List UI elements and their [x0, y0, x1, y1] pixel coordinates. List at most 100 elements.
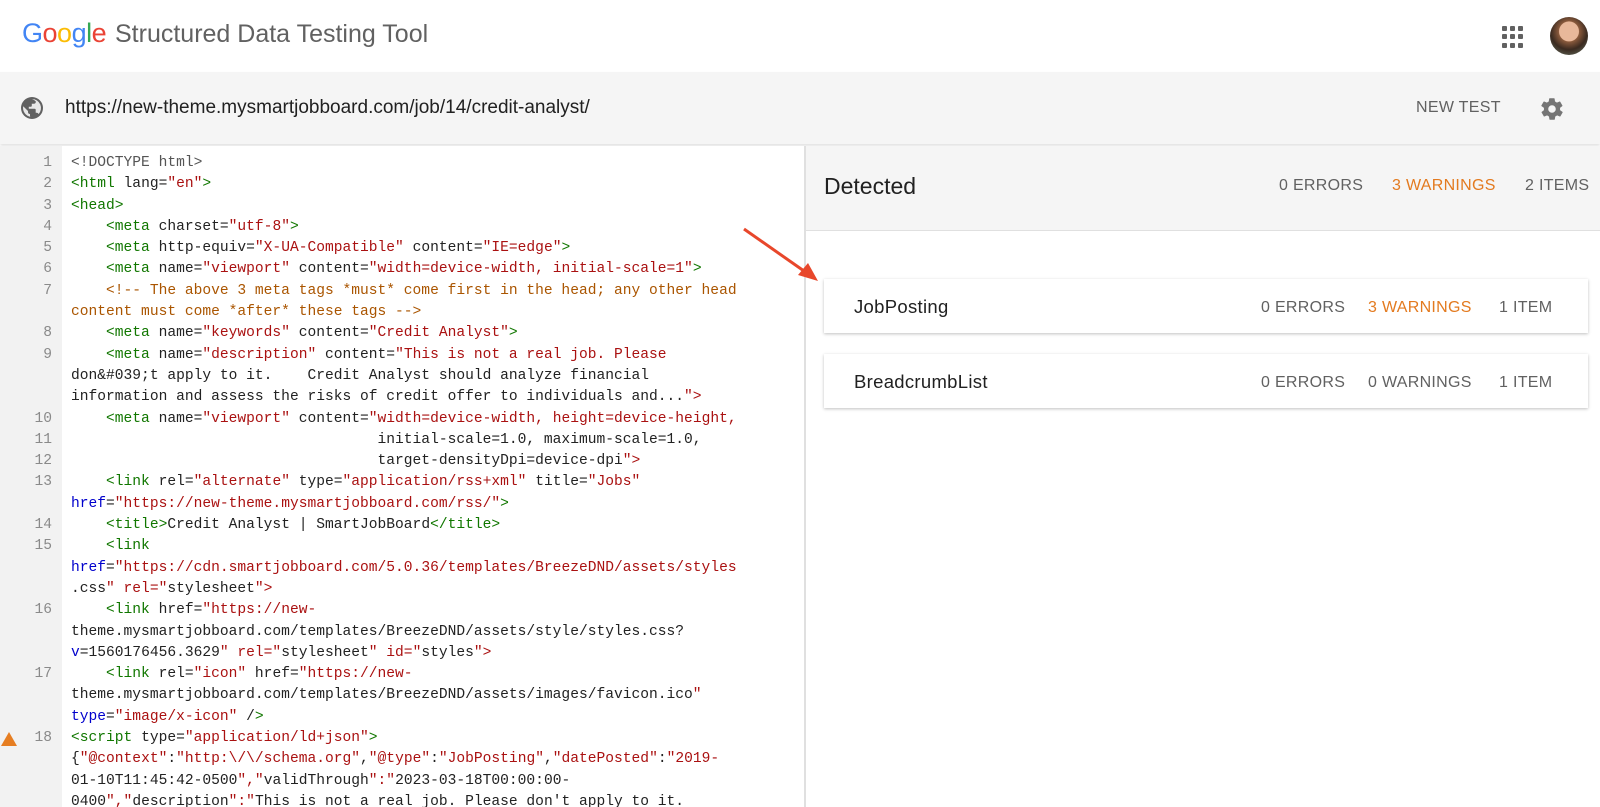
card-errors: 0 ERRORS [1261, 299, 1346, 316]
line-number: 16 [34, 602, 52, 619]
line-number: 2 [43, 176, 52, 193]
detected-header: Detected 0 ERRORS 3 WARNINGS 2 ITEMS [806, 146, 1600, 231]
url-input[interactable]: https://new-theme.mysmartjobboard.com/jo… [65, 97, 590, 119]
code-line: 0400","description":"This is not a real … [0, 792, 800, 807]
line-number [0, 579, 52, 600]
code-line: 17 <link rel="icon" href="https://new- [0, 664, 800, 685]
code-line: 15 <link [0, 536, 800, 557]
line-number: 3 [43, 197, 52, 214]
line-text: <meta name="description" content="This i… [106, 346, 667, 363]
line-text: {"@context":"http:\/\/schema.org","@type… [71, 751, 720, 768]
line-number [0, 366, 52, 387]
logo-letter: g [71, 18, 87, 48]
card-items: 1 ITEM [1499, 374, 1553, 391]
gear-icon[interactable] [1539, 96, 1565, 122]
card-title: JobPosting [854, 296, 949, 317]
line-number [0, 771, 52, 792]
code-line: 2 <html lang="en"> [0, 174, 800, 195]
code-line: href="https://new-theme.mysmartjobboard.… [0, 494, 800, 515]
warning-icon[interactable] [1, 732, 17, 747]
code-line: content must come *after* these tags --> [0, 302, 800, 323]
card-items: 1 ITEM [1499, 299, 1553, 316]
code-line: 6 <meta name="viewport" content="width=d… [0, 259, 800, 280]
code-line: href="https://cdn.smartjobboard.com/5.0.… [0, 558, 800, 579]
line-number [0, 558, 52, 579]
line-text: don&#039;t apply to it. Credit Analyst s… [71, 367, 650, 384]
items-count[interactable]: 2 ITEMS [1525, 177, 1589, 195]
apps-grid-icon[interactable] [1502, 26, 1524, 48]
url-bar: https://new-theme.mysmartjobboard.com/jo… [0, 72, 1600, 144]
code-line: 1 <!DOCTYPE html> [0, 153, 800, 174]
code-line: v=1560176456.3629" rel="stylesheet" id="… [0, 643, 800, 664]
line-text: <meta http-equiv="X-UA-Compatible" conte… [106, 240, 571, 257]
line-text: v=1560176456.3629" rel="stylesheet" id="… [71, 644, 492, 661]
line-text: .css" rel="stylesheet"> [71, 580, 273, 597]
line-text: type="image/x-icon" /> [71, 708, 264, 725]
card-warnings: 3 WARNINGS [1368, 299, 1472, 316]
line-text: theme.mysmartjobboard.com/templates/Bree… [71, 687, 702, 704]
code-line: 18 <script type="application/ld+json"> [0, 728, 800, 749]
code-line: 7 <!-- The above 3 meta tags *must* come… [0, 281, 800, 302]
code-line: {"@context":"http:\/\/schema.org","@type… [0, 749, 800, 770]
code-line: 13 <link rel="alternate" type="applicati… [0, 472, 800, 493]
code-line: 14 <title>Credit Analyst | SmartJobBoard… [0, 515, 800, 536]
card-title: BreadcrumbList [854, 371, 988, 392]
line-number: 15 [34, 538, 52, 555]
code-line: type="image/x-icon" /> [0, 707, 800, 728]
line-number: 4 [43, 218, 52, 235]
results-pane: Detected 0 ERRORS 3 WARNINGS 2 ITEMS Job… [806, 146, 1600, 807]
line-number: 6 [43, 261, 52, 278]
app-title: Structured Data Testing Tool [115, 20, 429, 48]
code-line: don&#039;t apply to it. Credit Analyst s… [0, 366, 800, 387]
code-editor[interactable]: 1 <!DOCTYPE html> 2 <html lang="en"> 3 <head>… [0, 153, 800, 807]
line-number [0, 622, 52, 643]
avatar[interactable] [1550, 17, 1588, 55]
line-text: <head> [71, 197, 124, 214]
result-card-breadcrumblist[interactable]: BreadcrumbList 0 ERRORS 0 WARNINGS 1 ITE… [824, 354, 1588, 408]
line-text: content must come *after* these tags --> [71, 304, 422, 321]
code-line: 3 <head> [0, 196, 800, 217]
result-card-jobposting[interactable]: JobPosting 0 ERRORS 3 WARNINGS 1 ITEM [824, 279, 1588, 333]
line-text: information and assess the risks of cred… [71, 389, 702, 406]
warnings-count[interactable]: 3 WARNINGS [1392, 177, 1496, 195]
line-text: <link rel="alternate" type="application/… [106, 474, 641, 491]
line-text: <meta name="keywords" content="Credit An… [106, 325, 518, 342]
line-number: 11 [34, 431, 52, 448]
line-number [0, 643, 52, 664]
logo-letter: G [22, 18, 43, 48]
card-errors: 0 ERRORS [1261, 374, 1346, 391]
new-test-button[interactable]: NEW TEST [1416, 99, 1501, 117]
code-line: 01-10T11:45:42-0500","validThrough":"202… [0, 771, 800, 792]
code-line: .css" rel="stylesheet"> [0, 579, 800, 600]
code-line: 10 <meta name="viewport" content="width=… [0, 409, 800, 430]
code-line: 12 target-densityDpi=device-dpi"> [0, 451, 800, 472]
logo-letter: o [57, 18, 72, 48]
code-line: 11 initial-scale=1.0, maximum-scale=1.0, [0, 430, 800, 451]
line-text: <!-- The above 3 meta tags *must* come f… [71, 282, 737, 299]
code-line: theme.mysmartjobboard.com/templates/Bree… [0, 622, 800, 643]
globe-icon [21, 97, 43, 119]
line-number [0, 685, 52, 706]
logo-letter: e [91, 18, 107, 48]
line-text: <link href="https://new- [106, 602, 317, 619]
code-line: 8 <meta name="keywords" content="Credit … [0, 323, 800, 344]
line-text: <title>Credit Analyst | SmartJobBoard</t… [106, 517, 501, 534]
detected-title: Detected [824, 173, 917, 199]
line-number: 9 [43, 346, 52, 363]
source-code-pane[interactable]: 1 <!DOCTYPE html> 2 <html lang="en"> 3 <head>… [0, 146, 804, 807]
line-text: <meta charset="utf-8"> [106, 218, 299, 235]
line-number: 14 [34, 517, 52, 534]
line-number [0, 387, 52, 408]
line-number [0, 302, 52, 323]
line-text: href="https://new-theme.mysmartjobboard.… [71, 495, 509, 512]
errors-count[interactable]: 0 ERRORS [1279, 177, 1363, 195]
line-number: 7 [43, 282, 52, 299]
line-text: initial-scale=1.0, maximum-scale=1.0, [71, 431, 702, 448]
google-logo[interactable]: Google [22, 18, 107, 49]
line-number: 13 [34, 474, 52, 491]
card-warnings: 0 WARNINGS [1368, 374, 1472, 391]
line-number [0, 707, 52, 728]
annotation-arrow-icon [743, 227, 818, 281]
line-text: 0400","description":"This is not a real … [71, 793, 685, 807]
line-text: <html lang="en"> [71, 176, 212, 193]
